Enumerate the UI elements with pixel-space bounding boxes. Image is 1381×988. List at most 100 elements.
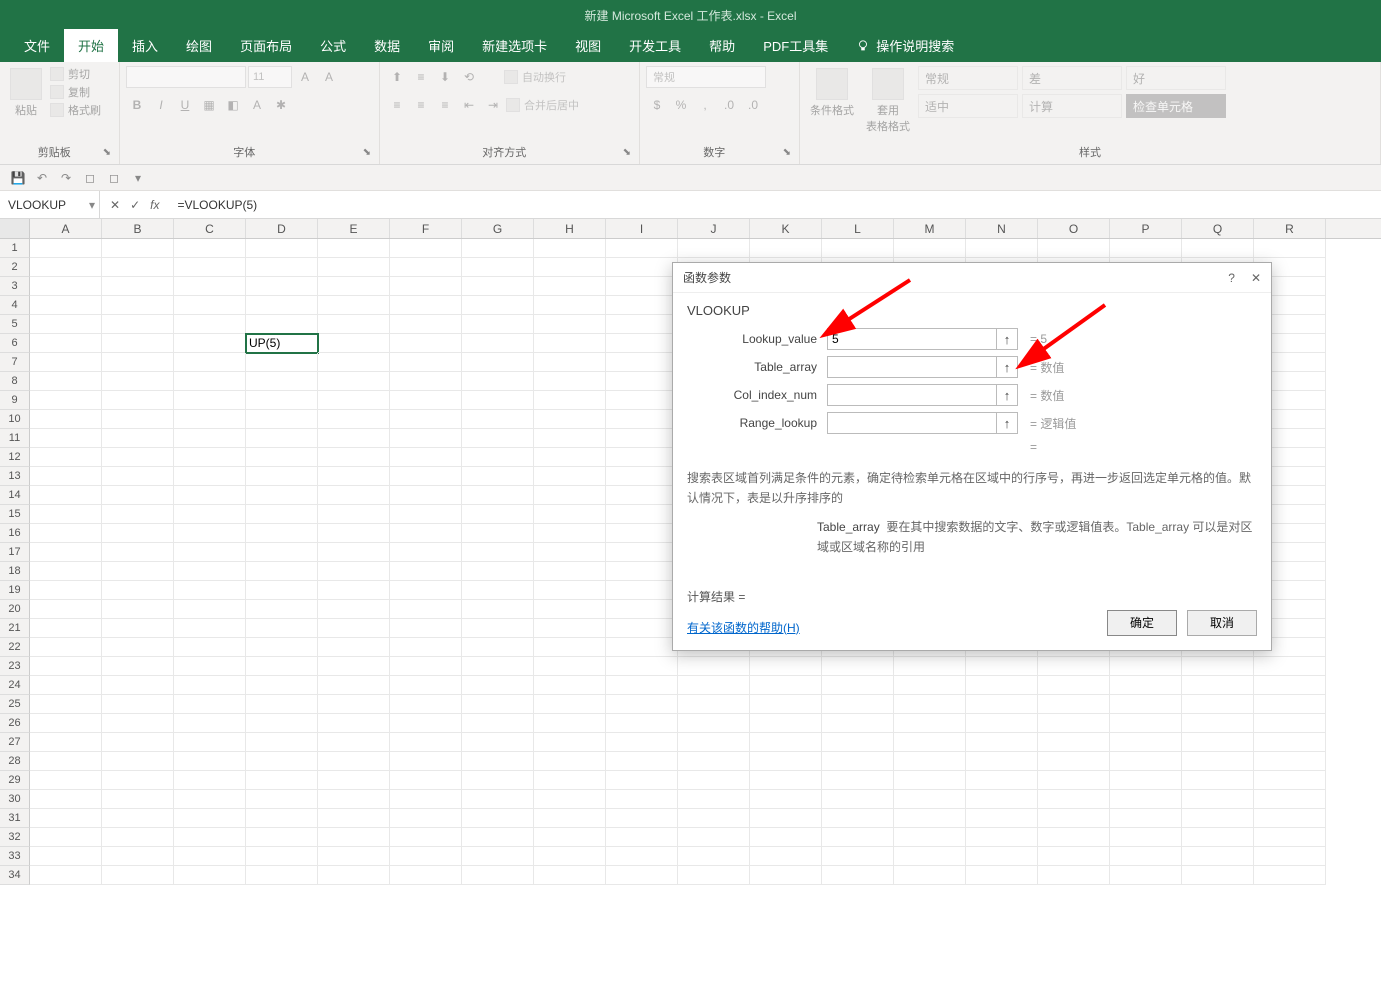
cell[interactable]: [30, 695, 102, 714]
cell[interactable]: [606, 581, 678, 600]
cell[interactable]: [462, 714, 534, 733]
cell[interactable]: [318, 619, 390, 638]
tab-view[interactable]: 视图: [561, 29, 615, 62]
cell[interactable]: [102, 581, 174, 600]
cell[interactable]: [534, 600, 606, 619]
cell[interactable]: [966, 676, 1038, 695]
dec-decimal-button[interactable]: .0: [742, 94, 764, 116]
cell[interactable]: [246, 581, 318, 600]
cell[interactable]: [534, 771, 606, 790]
cell[interactable]: [606, 619, 678, 638]
cell[interactable]: [534, 581, 606, 600]
cell[interactable]: [750, 752, 822, 771]
cell[interactable]: [174, 239, 246, 258]
row-header[interactable]: 9: [0, 391, 30, 410]
cell[interactable]: [534, 809, 606, 828]
cell[interactable]: [390, 410, 462, 429]
cell[interactable]: [966, 771, 1038, 790]
cell[interactable]: [606, 790, 678, 809]
cell[interactable]: [1182, 790, 1254, 809]
help-icon[interactable]: ?: [1228, 271, 1235, 285]
cell[interactable]: [102, 372, 174, 391]
cell[interactable]: [966, 809, 1038, 828]
cell[interactable]: [102, 562, 174, 581]
qat-icon-1[interactable]: ◻: [82, 170, 98, 186]
cell[interactable]: [318, 429, 390, 448]
cell[interactable]: [246, 562, 318, 581]
cell[interactable]: [894, 695, 966, 714]
cell[interactable]: [606, 353, 678, 372]
cell[interactable]: [1254, 752, 1326, 771]
cell[interactable]: [534, 866, 606, 885]
cell[interactable]: [174, 562, 246, 581]
cell[interactable]: [1110, 752, 1182, 771]
cell[interactable]: [174, 790, 246, 809]
cell[interactable]: [174, 543, 246, 562]
cell[interactable]: [174, 695, 246, 714]
row-header[interactable]: 20: [0, 600, 30, 619]
cell[interactable]: [606, 315, 678, 334]
column-header[interactable]: H: [534, 219, 606, 238]
cell[interactable]: [606, 505, 678, 524]
cell[interactable]: [750, 866, 822, 885]
cell[interactable]: [246, 828, 318, 847]
row-header[interactable]: 8: [0, 372, 30, 391]
cell[interactable]: [462, 391, 534, 410]
cell[interactable]: [102, 353, 174, 372]
row-header[interactable]: 34: [0, 866, 30, 885]
cell[interactable]: [534, 296, 606, 315]
dialog-titlebar[interactable]: 函数参数 ? ✕: [673, 263, 1271, 293]
painter-button[interactable]: 格式刷: [50, 102, 101, 118]
cell[interactable]: [1038, 790, 1110, 809]
underline-button[interactable]: U: [174, 94, 196, 116]
cell[interactable]: [678, 695, 750, 714]
cell[interactable]: [750, 676, 822, 695]
cell[interactable]: [174, 334, 246, 353]
cell[interactable]: [102, 600, 174, 619]
arg-lookup-value-input[interactable]: [827, 328, 997, 350]
cell[interactable]: [462, 467, 534, 486]
column-header[interactable]: P: [1110, 219, 1182, 238]
cell[interactable]: [174, 771, 246, 790]
cell[interactable]: [318, 258, 390, 277]
cell[interactable]: [30, 486, 102, 505]
cell[interactable]: [1038, 714, 1110, 733]
cell[interactable]: [1110, 847, 1182, 866]
cell[interactable]: [102, 505, 174, 524]
cell[interactable]: [750, 828, 822, 847]
row-header[interactable]: 11: [0, 429, 30, 448]
cell[interactable]: [966, 866, 1038, 885]
cell[interactable]: [30, 714, 102, 733]
save-icon[interactable]: 💾: [10, 170, 26, 186]
cell[interactable]: [894, 847, 966, 866]
tab-file[interactable]: 文件: [10, 29, 64, 62]
cell[interactable]: [678, 828, 750, 847]
cell[interactable]: [1110, 790, 1182, 809]
align-middle-button[interactable]: ≡: [410, 66, 432, 88]
cell[interactable]: [1038, 695, 1110, 714]
cell[interactable]: [606, 809, 678, 828]
tab-draw[interactable]: 绘图: [172, 29, 226, 62]
cell[interactable]: [534, 410, 606, 429]
style-normal[interactable]: 常规: [918, 66, 1018, 90]
cell[interactable]: [822, 695, 894, 714]
cell[interactable]: [822, 657, 894, 676]
cell[interactable]: [390, 239, 462, 258]
cell[interactable]: [606, 638, 678, 657]
cell[interactable]: [246, 410, 318, 429]
copy-button[interactable]: 复制: [50, 84, 101, 100]
row-header[interactable]: 19: [0, 581, 30, 600]
cell[interactable]: [390, 809, 462, 828]
cell[interactable]: [894, 771, 966, 790]
arg-table-array-ref-button[interactable]: ↑: [996, 356, 1018, 378]
cell[interactable]: [246, 733, 318, 752]
cell[interactable]: [1182, 239, 1254, 258]
cell[interactable]: [1254, 695, 1326, 714]
cell[interactable]: [318, 353, 390, 372]
cell[interactable]: [534, 714, 606, 733]
arg-lookup-value-ref-button[interactable]: ↑: [996, 328, 1018, 350]
cell[interactable]: [894, 809, 966, 828]
cell[interactable]: [462, 600, 534, 619]
row-header[interactable]: 13: [0, 467, 30, 486]
select-all-corner[interactable]: [0, 219, 30, 238]
